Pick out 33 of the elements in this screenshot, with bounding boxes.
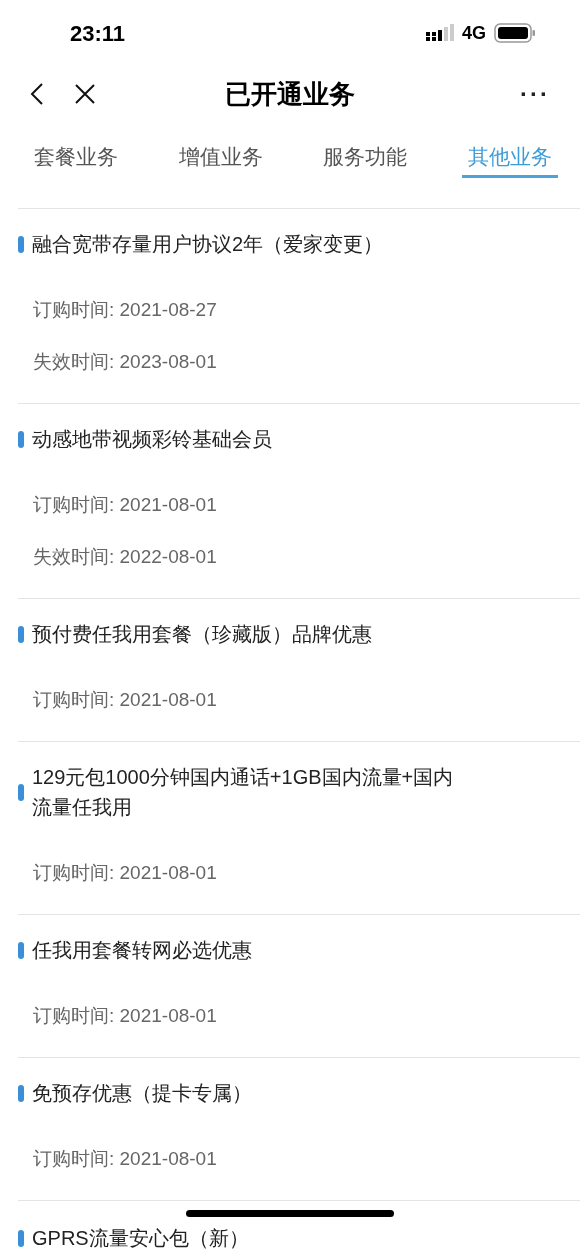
item-marker — [18, 430, 24, 448]
tab[interactable]: 增值业务 — [172, 138, 269, 178]
item-detail: 失效时间: 2022-08-01 — [33, 544, 217, 569]
item-marker — [18, 625, 24, 643]
back-icon[interactable] — [30, 82, 44, 106]
item-detail: 订购时间: 2021-08-01 — [33, 492, 217, 517]
item-title: 预付费任我用套餐（珍藏版）品牌优惠 — [32, 622, 373, 647]
close-icon[interactable] — [74, 83, 96, 105]
item-detail: 失效时间: 2023-08-01 — [33, 349, 217, 374]
tab[interactable]: 服务功能 — [317, 138, 414, 178]
signal-icon — [426, 24, 454, 42]
item-title: 免预存优惠（提卡专属） — [32, 1081, 253, 1106]
item-detail: 订购时间: 2021-08-01 — [33, 860, 217, 885]
item-title: 任我用套餐转网必选优惠 — [32, 938, 253, 963]
page-title: 已开通业务 — [225, 77, 355, 111]
more-button[interactable]: ··· — [520, 76, 550, 112]
item-marker — [18, 783, 24, 801]
item-detail: 订购时间: 2021-08-01 — [33, 1003, 217, 1028]
item-title: 动感地带视频彩铃基础会员 — [32, 427, 273, 452]
status-time: 23:11 — [70, 19, 126, 48]
item-marker — [18, 1084, 24, 1102]
network-label: 4G — [462, 21, 486, 45]
tab[interactable]: 套餐业务 — [28, 138, 124, 178]
item-marker — [18, 235, 24, 253]
item-title: 融合宽带存量用户协议2年（爱家变更） — [32, 232, 385, 257]
item-detail: 订购时间: 2021-08-01 — [33, 1146, 217, 1171]
battery-icon — [494, 23, 536, 43]
item-detail: 订购时间: 2021-08-27 — [33, 297, 217, 322]
item-marker — [18, 1229, 24, 1247]
item-title: GPRS流量安心包（新） — [32, 1226, 250, 1251]
item-detail: 订购时间: 2021-08-01 — [33, 687, 217, 712]
item-title: 129元包1000分钟国内通话+1GB国内流量+国内流量任我用 — [32, 765, 455, 820]
item-marker — [18, 941, 24, 959]
